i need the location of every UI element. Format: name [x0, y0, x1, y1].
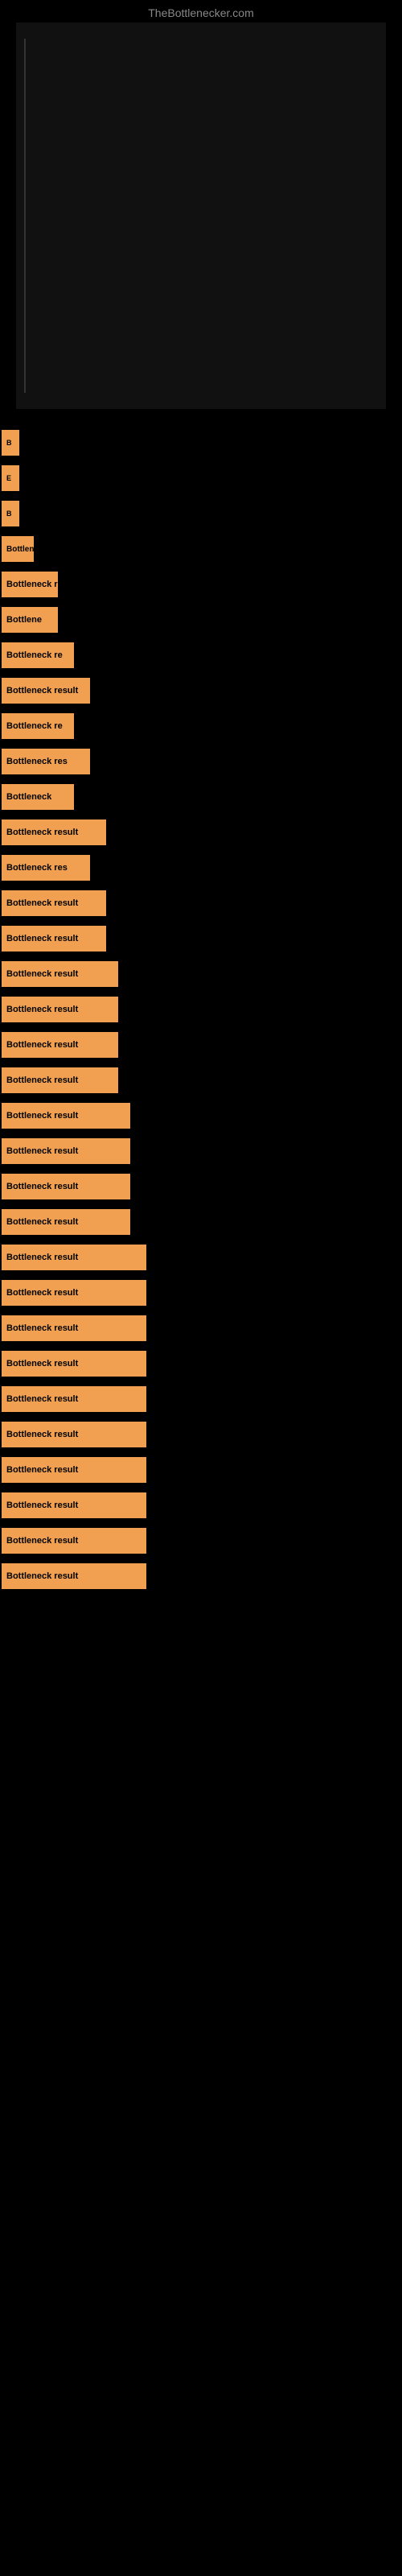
result-row-17: Bottleneck result — [0, 992, 402, 1027]
result-bar-20[interactable]: Bottleneck result — [2, 1103, 130, 1129]
result-bar-11[interactable]: Bottleneck — [2, 784, 74, 810]
result-bar-6[interactable]: Bottlene — [2, 607, 58, 633]
result-bar-3[interactable]: B — [2, 501, 19, 526]
result-bar-10[interactable]: Bottleneck res — [2, 749, 90, 774]
result-bar-30[interactable]: Bottleneck result — [2, 1457, 146, 1483]
site-title: TheBottlenecker.com — [0, 0, 402, 23]
result-row-22: Bottleneck result — [0, 1169, 402, 1204]
result-row-3: B — [0, 496, 402, 531]
result-row-1: B — [0, 425, 402, 460]
result-bar-23[interactable]: Bottleneck result — [2, 1209, 130, 1235]
result-bar-25[interactable]: Bottleneck result — [2, 1280, 146, 1306]
result-bar-15[interactable]: Bottleneck result — [2, 926, 106, 952]
result-bar-26[interactable]: Bottleneck result — [2, 1315, 146, 1341]
result-row-14: Bottleneck result — [0, 886, 402, 921]
result-row-2: E — [0, 460, 402, 496]
result-bar-16[interactable]: Bottleneck result — [2, 961, 118, 987]
chart-area — [0, 23, 402, 425]
y-axis — [24, 39, 26, 393]
result-row-30: Bottleneck result — [0, 1452, 402, 1488]
result-bar-27[interactable]: Bottleneck result — [2, 1351, 146, 1377]
result-bar-14[interactable]: Bottleneck result — [2, 890, 106, 916]
result-bar-21[interactable]: Bottleneck result — [2, 1138, 130, 1164]
result-row-4: Bottlen — [0, 531, 402, 567]
result-row-18: Bottleneck result — [0, 1027, 402, 1063]
result-row-23: Bottleneck result — [0, 1204, 402, 1240]
results-section: BEB Bottlen Bottleneck r Bottlene Bottleneck… — [0, 425, 402, 1594]
result-bar-24[interactable]: Bottleneck result — [2, 1245, 146, 1270]
result-row-6: Bottlene — [0, 602, 402, 638]
result-bar-28[interactable]: Bottleneck result — [2, 1386, 146, 1412]
result-row-33: Bottleneck result — [0, 1558, 402, 1594]
result-bar-9[interactable]: Bottleneck re — [2, 713, 74, 739]
result-bar-32[interactable]: Bottleneck result — [2, 1528, 146, 1554]
result-row-21: Bottleneck result — [0, 1133, 402, 1169]
result-bar-5[interactable]: Bottleneck r — [2, 572, 58, 597]
result-row-31: Bottleneck result — [0, 1488, 402, 1523]
result-row-27: Bottleneck result — [0, 1346, 402, 1381]
result-bar-2[interactable]: E — [2, 465, 19, 491]
result-row-5: Bottleneck r — [0, 567, 402, 602]
result-row-32: Bottleneck result — [0, 1523, 402, 1558]
result-bar-31[interactable]: Bottleneck result — [2, 1492, 146, 1518]
result-row-11: Bottleneck — [0, 779, 402, 815]
result-row-19: Bottleneck result — [0, 1063, 402, 1098]
result-bar-17[interactable]: Bottleneck result — [2, 997, 118, 1022]
result-row-28: Bottleneck result — [0, 1381, 402, 1417]
result-row-7: Bottleneck re — [0, 638, 402, 673]
result-bar-7[interactable]: Bottleneck re — [2, 642, 74, 668]
result-bar-12[interactable]: Bottleneck result — [2, 819, 106, 845]
result-row-16: Bottleneck result — [0, 956, 402, 992]
result-bar-18[interactable]: Bottleneck result — [2, 1032, 118, 1058]
result-row-10: Bottleneck res — [0, 744, 402, 779]
result-bar-8[interactable]: Bottleneck result — [2, 678, 90, 704]
result-row-12: Bottleneck result — [0, 815, 402, 850]
result-row-15: Bottleneck result — [0, 921, 402, 956]
result-bar-1[interactable]: B — [2, 430, 19, 456]
result-bar-13[interactable]: Bottleneck res — [2, 855, 90, 881]
result-row-9: Bottleneck re — [0, 708, 402, 744]
result-row-8: Bottleneck result — [0, 673, 402, 708]
result-bar-4[interactable]: Bottlen — [2, 536, 34, 562]
result-bar-33[interactable]: Bottleneck result — [2, 1563, 146, 1589]
result-row-24: Bottleneck result — [0, 1240, 402, 1275]
result-bar-19[interactable]: Bottleneck result — [2, 1067, 118, 1093]
result-bar-29[interactable]: Bottleneck result — [2, 1422, 146, 1447]
result-row-29: Bottleneck result — [0, 1417, 402, 1452]
result-row-25: Bottleneck result — [0, 1275, 402, 1311]
result-row-26: Bottleneck result — [0, 1311, 402, 1346]
result-bar-22[interactable]: Bottleneck result — [2, 1174, 130, 1199]
result-row-20: Bottleneck result — [0, 1098, 402, 1133]
result-row-13: Bottleneck res — [0, 850, 402, 886]
